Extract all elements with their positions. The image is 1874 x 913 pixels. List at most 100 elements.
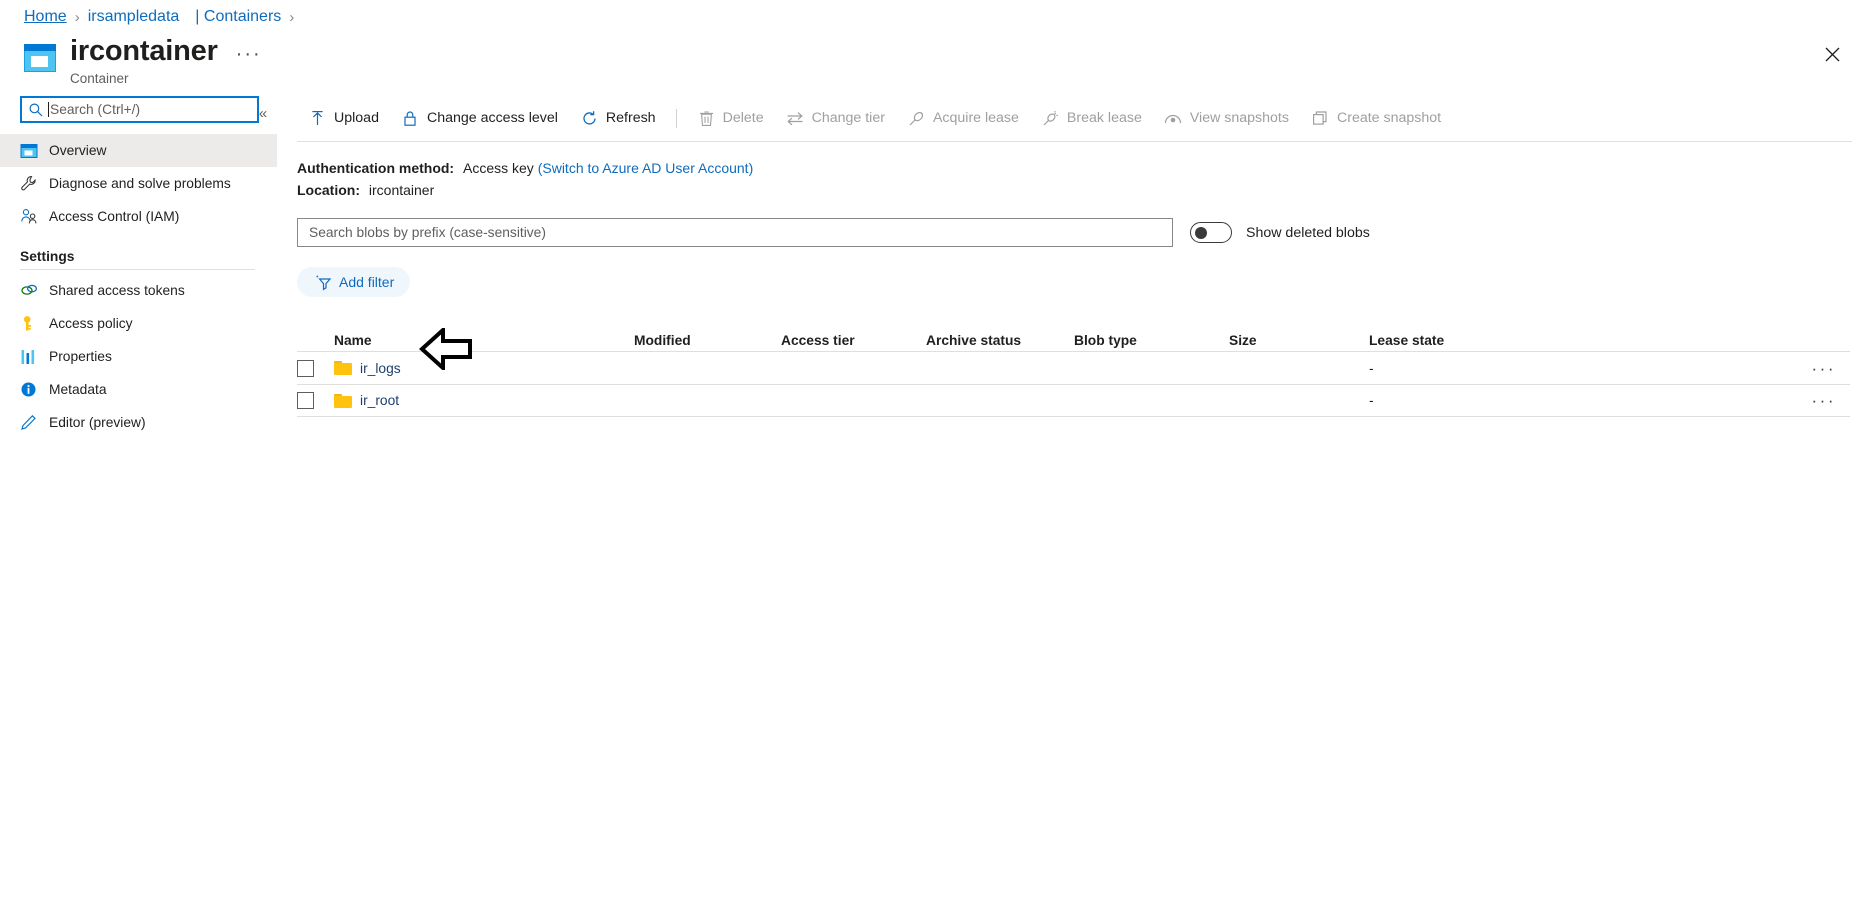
change-access-level-button[interactable]: Change access level [390,102,569,134]
create-snapshot-button[interactable]: Create snapshot [1300,102,1452,134]
column-header-name[interactable]: Name [334,333,634,351]
sidebar-item-label: Editor (preview) [49,414,146,430]
change-tier-label: Change tier [811,110,885,126]
wrench-icon [20,175,42,193]
blob-list-table: Name Modified Access tier Archive status… [297,323,1850,418]
sidebar-item-label: Overview [49,142,107,158]
row-lease-state: - [1369,393,1374,409]
sidebar-item-overview[interactable]: Overview [0,134,277,167]
sidebar-group-settings: Settings [20,249,75,264]
page-subtitle: Container [70,70,129,86]
delete-button[interactable]: Delete [686,102,775,134]
sidebar-item-diagnose[interactable]: Diagnose and solve problems [0,167,277,200]
change-tier-button[interactable]: Change tier [775,102,896,134]
breadcrumb-item-containers[interactable]: | Containers [195,8,281,26]
collapse-sidebar-button[interactable]: « [252,102,274,124]
close-icon[interactable] [1816,38,1848,70]
row-more-menu[interactable]: ··· [1812,392,1836,409]
sidebar-item-access-policy[interactable]: Access policy [0,307,277,340]
row-checkbox[interactable] [297,359,314,377]
trash-icon [697,109,716,128]
sidebar-item-metadata[interactable]: Metadata [0,373,277,406]
row-more-menu[interactable]: ··· [1812,360,1836,377]
column-header-modified[interactable]: Modified [634,333,781,351]
column-header-lease-state[interactable]: Lease state [1369,333,1699,351]
blob-prefix-search-wrapper[interactable] [297,218,1173,248]
blob-prefix-search-input[interactable] [307,224,1163,242]
sidebar-nav: Overview Diagnose and solve problems Acc… [0,134,277,439]
sidebar-item-shared-access-tokens[interactable]: Shared access tokens [0,274,277,307]
row-name-link[interactable]: ir_logs [360,361,401,376]
breadcrumb-item-home[interactable]: Home [24,8,67,26]
authentication-method-label: Authentication method: [297,160,455,176]
sidebar-divider [20,269,255,270]
delete-label: Delete [722,110,764,126]
refresh-label: Refresh [605,110,656,126]
key-icon [20,315,42,333]
switch-to-azure-ad-link[interactable]: (Switch to Azure AD User Account) [538,160,754,176]
acquire-lease-button[interactable]: Acquire lease [896,102,1030,134]
table-header-row: Name Modified Access tier Archive status… [297,323,1850,351]
folder-icon [334,393,352,408]
row-checkbox-cell [297,392,334,410]
blade-sidebar: « Overview Diagnose and solve problems A… [0,96,277,439]
plug-broken-icon [1041,109,1060,128]
column-header-blob-type[interactable]: Blob type [1074,333,1229,351]
search-icon [28,102,44,118]
column-header-access-tier[interactable]: Access tier [781,333,926,351]
text-caret [48,102,49,117]
toolbar-divider [675,108,677,128]
search-input[interactable] [50,102,251,117]
show-deleted-blobs-toggle-wrapper[interactable]: Show deleted blobs [1190,222,1370,244]
row-name-cell: ir_logs [334,361,634,376]
row-checkbox[interactable] [297,392,314,410]
upload-label: Upload [334,110,379,126]
bars-icon [20,348,42,366]
camera-icon [1164,109,1183,128]
breadcrumb-item-irsampledata[interactable]: irsampledata [88,8,180,26]
title-more-menu[interactable]: ··· [236,43,262,66]
location-label: Location: [297,181,360,198]
pencil-icon [20,414,42,432]
sidebar-item-access-control[interactable]: Access Control (IAM) [0,200,277,233]
refresh-button[interactable]: Refresh [569,102,667,134]
row-checkbox-cell [297,359,334,377]
row-name-link[interactable]: ir_root [360,393,399,408]
acquire-lease-label: Acquire lease [932,110,1019,126]
copy-icon [1311,109,1330,128]
view-snapshots-button[interactable]: View snapshots [1153,102,1300,134]
info-icon [20,381,42,399]
upload-button[interactable]: Upload [297,102,390,134]
row-actions-cell: ··· [1699,360,1850,377]
sidebar-item-properties[interactable]: Properties [0,340,277,373]
change-access-level-label: Change access level [426,110,558,126]
folder-icon [334,361,352,376]
row-name-cell: ir_root [334,393,634,408]
search-input-wrapper[interactable] [20,96,259,123]
row-lease-state: - [1369,360,1374,376]
show-deleted-blobs-toggle[interactable] [1190,222,1232,244]
break-lease-label: Break lease [1066,110,1142,126]
swap-arrows-icon [786,109,805,128]
container-icon [24,42,58,74]
sidebar-item-editor-preview[interactable]: Editor (preview) [0,406,277,439]
create-snapshot-label: Create snapshot [1336,110,1442,126]
sidebar-item-label: Properties [49,348,112,364]
column-header-archive-status[interactable]: Archive status [926,333,1074,351]
command-toolbar: Upload Change access level Refresh Delet… [297,96,1852,140]
break-lease-button[interactable]: Break lease [1030,102,1153,134]
table-row[interactable]: ir_logs - ··· [297,351,1850,384]
authentication-method-value: Access key [463,160,534,176]
add-filter-label: Add filter [339,274,395,291]
sidebar-item-label: Metadata [49,381,107,397]
column-header-size[interactable]: Size [1229,333,1369,351]
table-row[interactable]: ir_root - ··· [297,384,1850,418]
blade-title-block: ircontainer ··· Container [24,35,262,86]
view-snapshots-label: View snapshots [1189,110,1289,126]
add-filter-button[interactable]: Add filter [297,267,411,298]
row-actions-cell: ··· [1699,392,1850,409]
sidebar-item-label: Access policy [49,315,133,331]
sidebar-item-label: Diagnose and solve problems [49,175,231,191]
show-deleted-blobs-label: Show deleted blobs [1246,224,1370,241]
breadcrumb-separator-2: › [289,8,295,26]
